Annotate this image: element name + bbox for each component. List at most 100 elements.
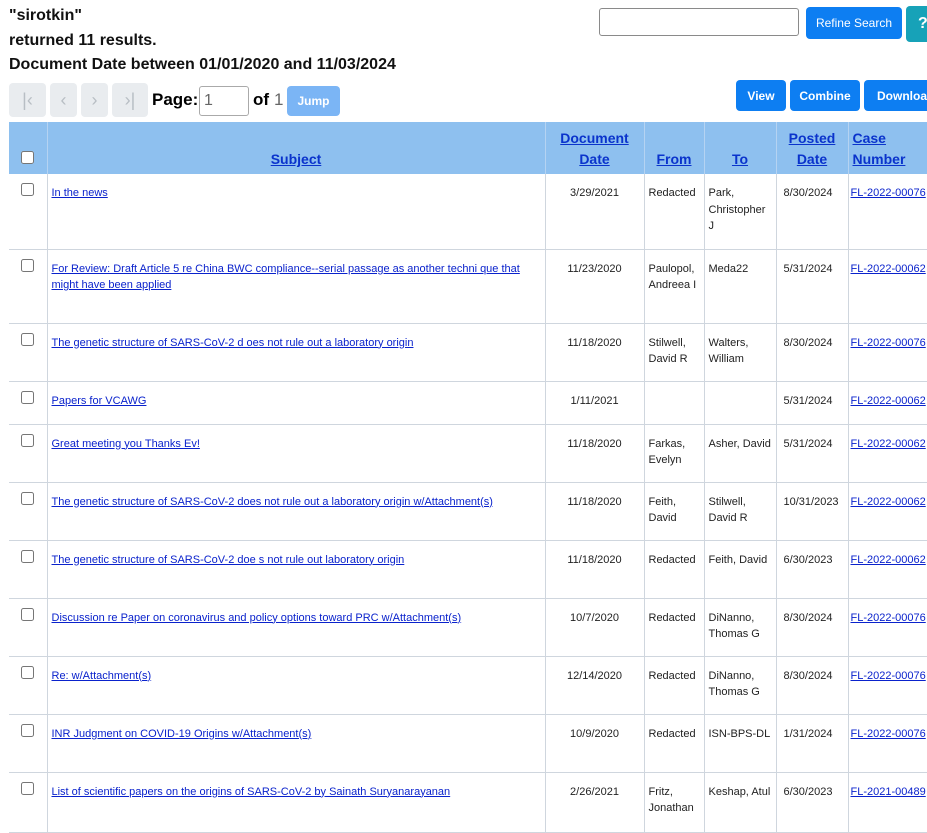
subject-cell: The genetic structure of SARS-CoV-2 does… [47, 482, 546, 541]
posted-date-cell: 8/30/2024 [776, 323, 849, 382]
row-checkbox[interactable] [21, 607, 35, 621]
subject-link[interactable]: Papers for VCAWG [52, 395, 147, 407]
case-number-cell: FL-2021-00489 [848, 772, 927, 833]
subject-link[interactable]: For Review: Draft Article 5 re China BWC… [52, 263, 520, 292]
from-cell: Farkas, Evelyn [644, 424, 705, 483]
table-row: INR Judgment on COVID-19 Origins w/Attac… [9, 714, 927, 773]
row-checkbox[interactable] [21, 390, 35, 404]
document-date-cell: 3/29/2021 [545, 174, 645, 250]
document-date-cell: 10/9/2020 [545, 714, 645, 773]
row-checkbox[interactable] [21, 258, 35, 272]
case-number-link[interactable]: FL-2022-00076 [851, 728, 926, 740]
subject-link[interactable]: Re: w/Attachment(s) [52, 670, 152, 682]
subject-cell: Re: w/Attachment(s) [47, 656, 546, 715]
case-number-link[interactable]: FL-2022-00062 [851, 438, 926, 450]
row-checkbox[interactable] [21, 433, 35, 447]
page-number-input[interactable] [199, 86, 249, 116]
subject-link[interactable]: Discussion re Paper on coronavirus and p… [52, 612, 462, 624]
table-row: List of scientific papers on the origins… [9, 772, 927, 833]
next-page-icon[interactable]: › [81, 83, 108, 117]
from-cell: Redacted [644, 598, 705, 657]
first-page-icon[interactable]: |‹ [9, 83, 46, 117]
case-number-link[interactable]: FL-2021-00489 [851, 786, 926, 798]
subject-link[interactable]: The genetic structure of SARS-CoV-2 doe … [52, 554, 405, 566]
to-column-header[interactable]: To [704, 122, 777, 174]
row-checkbox[interactable] [21, 183, 35, 196]
case-number-cell: FL-2022-00076 [848, 714, 927, 773]
row-checkbox[interactable] [21, 781, 35, 795]
posted-date-column-header[interactable]: Posted Date [776, 122, 849, 174]
row-checkbox[interactable] [21, 332, 35, 346]
case-number-link[interactable]: FL-2022-00076 [851, 612, 926, 624]
case-number-link[interactable]: FL-2022-00062 [851, 554, 926, 566]
to-cell: ISN-BPS-DL [704, 714, 777, 773]
case-number-link[interactable]: FL-2022-00076 [851, 187, 926, 199]
from-cell: Redacted [644, 174, 705, 250]
row-checkbox[interactable] [21, 665, 35, 679]
posted-date-cell: 5/31/2024 [776, 381, 849, 425]
subject-cell: List of scientific papers on the origins… [47, 772, 546, 833]
of-label: of [253, 90, 270, 109]
posted-date-cell: 5/31/2024 [776, 424, 849, 483]
from-column-header[interactable]: From [644, 122, 705, 174]
subject-cell: Great meeting you Thanks Ev! [47, 424, 546, 483]
document-date-cell: 10/7/2020 [545, 598, 645, 657]
subject-cell: Papers for VCAWG [47, 381, 546, 425]
row-checkbox-cell [9, 598, 48, 657]
total-pages: 1 [274, 90, 284, 109]
view-button[interactable]: View [736, 80, 786, 111]
case-number-cell: FL-2022-00076 [848, 323, 927, 382]
subject-link[interactable]: Great meeting you Thanks Ev! [52, 438, 200, 450]
subject-link[interactable]: The genetic structure of SARS-CoV-2 d oe… [52, 337, 414, 349]
results-table: Subject Document Date From To Posted Date … [9, 122, 927, 833]
row-checkbox-cell [9, 482, 48, 541]
to-cell: Feith, David [704, 540, 777, 599]
case-number-cell: FL-2022-00062 [848, 424, 927, 483]
table-row: The genetic structure of SARS-CoV-2 doe … [9, 540, 927, 599]
refine-search-input[interactable] [599, 8, 799, 36]
subject-column-header[interactable]: Subject [47, 122, 546, 174]
page-label: Page: [152, 90, 199, 109]
row-checkbox-cell [9, 540, 48, 599]
case-number-link[interactable]: FL-2022-00076 [851, 337, 926, 349]
posted-date-cell: 8/30/2024 [776, 174, 849, 250]
combine-button[interactable]: Combine [790, 80, 860, 111]
case-number-link[interactable]: FL-2022-00062 [851, 496, 926, 508]
subject-link[interactable]: List of scientific papers on the origins… [52, 786, 451, 798]
table-row: Papers for VCAWG 1/11/2021 5/31/2024 FL-202… [9, 381, 927, 425]
document-date-cell: 2/26/2021 [545, 772, 645, 833]
refine-search-button[interactable]: Refine Search [806, 7, 902, 39]
to-cell [704, 381, 777, 425]
case-number-column-header[interactable]: Case Number [848, 122, 927, 174]
row-checkbox-cell [9, 381, 48, 425]
row-checkbox-cell [9, 174, 48, 250]
jump-button[interactable]: Jump [287, 86, 340, 116]
document-date-cell: 12/14/2020 [545, 656, 645, 715]
document-date-cell: 11/18/2020 [545, 540, 645, 599]
subject-link[interactable]: The genetic structure of SARS-CoV-2 does… [52, 496, 493, 508]
row-checkbox[interactable] [21, 491, 35, 505]
case-number-link[interactable]: FL-2022-00062 [851, 395, 926, 407]
from-cell [644, 381, 705, 425]
to-cell: Asher, David [704, 424, 777, 483]
to-cell: Park, Christopher J [704, 174, 777, 250]
help-button[interactable]: ? [906, 6, 927, 42]
document-date-column-header[interactable]: Document Date [545, 122, 645, 174]
last-page-icon[interactable]: ›| [112, 83, 148, 117]
to-cell: Meda22 [704, 249, 777, 324]
row-checkbox[interactable] [21, 549, 35, 563]
table-row: Great meeting you Thanks Ev! 11/18/2020 Fa… [9, 424, 927, 483]
results-count: returned 11 results. [9, 32, 157, 49]
table-row: In the news 3/29/2021 Redacted Park, Christ… [9, 174, 927, 250]
download-button[interactable]: Download [864, 80, 927, 111]
case-number-link[interactable]: FL-2022-00076 [851, 670, 926, 682]
row-checkbox[interactable] [21, 723, 35, 737]
select-all-checkbox[interactable] [21, 151, 35, 164]
subject-link[interactable]: In the news [52, 187, 108, 199]
prev-page-icon[interactable]: ‹ [50, 83, 77, 117]
row-checkbox-cell [9, 772, 48, 833]
posted-date-cell: 10/31/2023 [776, 482, 849, 541]
subject-link[interactable]: INR Judgment on COVID-19 Origins w/Attac… [52, 728, 312, 740]
case-number-link[interactable]: FL-2022-00062 [851, 263, 926, 275]
to-cell: DiNanno, Thomas G [704, 656, 777, 715]
